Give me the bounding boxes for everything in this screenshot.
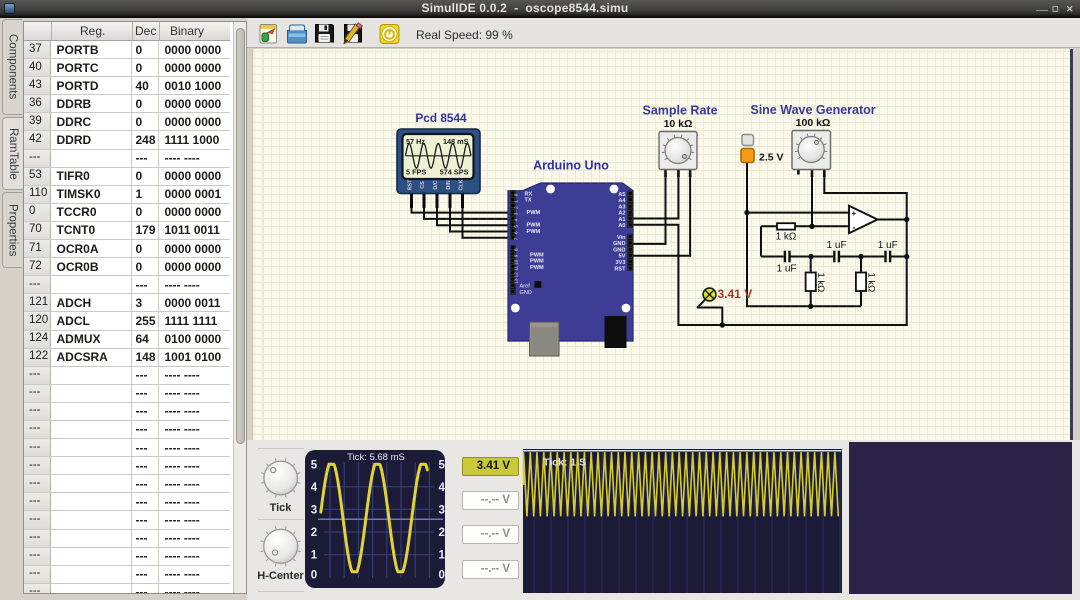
- svg-text:Tick: 1 S: Tick: 1 S: [543, 457, 586, 469]
